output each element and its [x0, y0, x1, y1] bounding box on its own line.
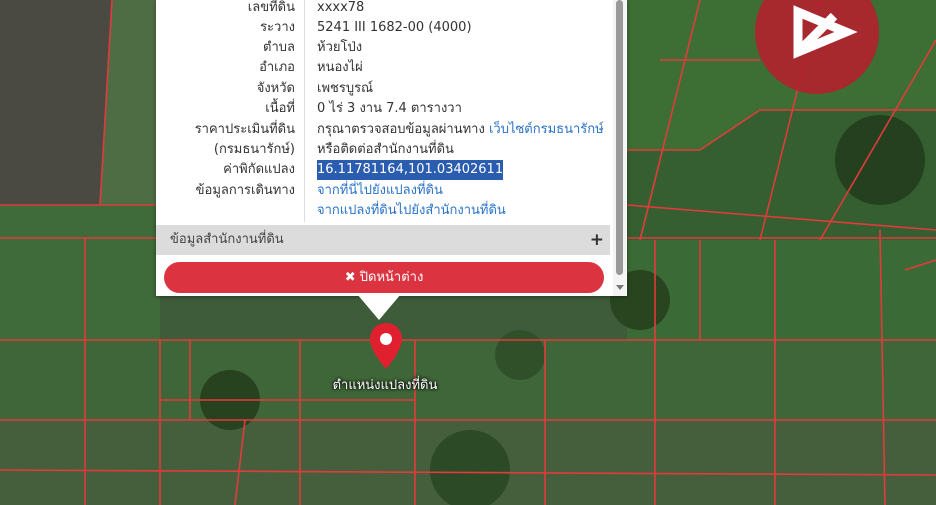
row-subdistrict: ตำบล ห้วยโป่ง	[156, 38, 610, 58]
value: ห้วยโป่ง	[317, 40, 363, 55]
value: กรุณาตรวจสอบข้อมูลผ่านทาง เว็บไซต์กรมธนา…	[317, 120, 604, 140]
popup-scrollbar[interactable]	[613, 0, 626, 296]
location-pin-icon[interactable]	[368, 321, 404, 375]
label: เลขที่ดิน	[247, 0, 295, 15]
close-window-button[interactable]: ✖ ปิดหน้าต่าง	[164, 262, 604, 293]
label: อำเภอ	[259, 60, 295, 75]
label: ตำบล	[263, 40, 295, 55]
row-appraisal: ราคาประเมินที่ดิน กรุณาตรวจสอบข้อมูลผ่าน…	[156, 120, 610, 140]
office-section-toggle[interactable]: ข้อมูลสำนักงานที่ดิน +	[156, 225, 610, 255]
close-icon: ✖	[344, 270, 356, 285]
label: เนื้อที่	[265, 101, 295, 116]
directions-to-parcel-link[interactable]: จากที่นี่ไปยังแปลงที่ดิน	[317, 181, 443, 201]
label: ราคาประเมินที่ดิน	[194, 122, 295, 137]
treasury-website-link[interactable]: เว็บไซต์กรมธนารักษ์	[489, 122, 604, 137]
value: 5241 III 1682-00 (4000)	[317, 20, 472, 35]
row-map-sheet: ระวาง 5241 III 1682-00 (4000)	[156, 18, 610, 38]
row-treasury: (กรมธนารักษ์) หรือติดต่อสำนักงานที่ดิน	[156, 140, 610, 160]
scroll-down-arrow-icon[interactable]	[616, 285, 624, 290]
row-province: จังหวัด เพชรบูรณ์	[156, 79, 610, 99]
appraisal-text: กรุณาตรวจสอบข้อมูลผ่านทาง	[317, 122, 485, 137]
value: 0 ไร่ 3 งาน 7.4 ตารางวา	[317, 101, 462, 116]
marker-label: ตำแหน่งแปลงที่ดิน	[332, 378, 438, 393]
row-directions-office: จากแปลงที่ดินไปยังสำนักงานที่ดิน	[156, 201, 610, 221]
value: หนองไผ่	[317, 60, 363, 75]
row-district: อำเภอ หนองไผ่	[156, 58, 610, 78]
value: เพชรบูรณ์	[317, 81, 374, 96]
scrollbar-thumb[interactable]	[616, 0, 623, 275]
row-parcel-number: เลขที่ดิน xxxx78	[156, 0, 610, 18]
directions-to-office-link[interactable]: จากแปลงที่ดินไปยังสำนักงานที่ดิน	[317, 201, 506, 221]
value: xxxx78	[317, 0, 365, 15]
parcel-info-popup: เลขที่ดิน xxxx78 ระวาง 5241 III 1682-00 …	[156, 0, 627, 296]
label: (กรมธนารักษ์)	[213, 142, 295, 157]
value: หรือติดต่อสำนักงานที่ดิน	[317, 142, 454, 157]
popup-pointer	[357, 294, 401, 320]
plus-icon[interactable]: +	[590, 225, 604, 255]
office-section-title: ข้อมูลสำนักงานที่ดิน	[170, 232, 284, 247]
label: ระวาง	[260, 20, 295, 35]
label: ข้อมูลการเดินทาง	[195, 183, 295, 198]
close-label: ปิดหน้าต่าง	[359, 270, 424, 285]
label: ค่าพิกัดแปลง	[223, 162, 295, 177]
row-directions: ข้อมูลการเดินทาง จากที่นี่ไปยังแปลงที่ดิ…	[156, 181, 610, 201]
row-coordinates: ค่าพิกัดแปลง 16.11781164,101.03402611	[156, 160, 610, 180]
coordinates-value[interactable]: 16.11781164,101.03402611	[317, 160, 504, 180]
label: จังหวัด	[256, 81, 295, 96]
brand-logo	[750, 0, 884, 94]
row-area: เนื้อที่ 0 ไร่ 3 งาน 7.4 ตารางวา	[156, 99, 610, 119]
